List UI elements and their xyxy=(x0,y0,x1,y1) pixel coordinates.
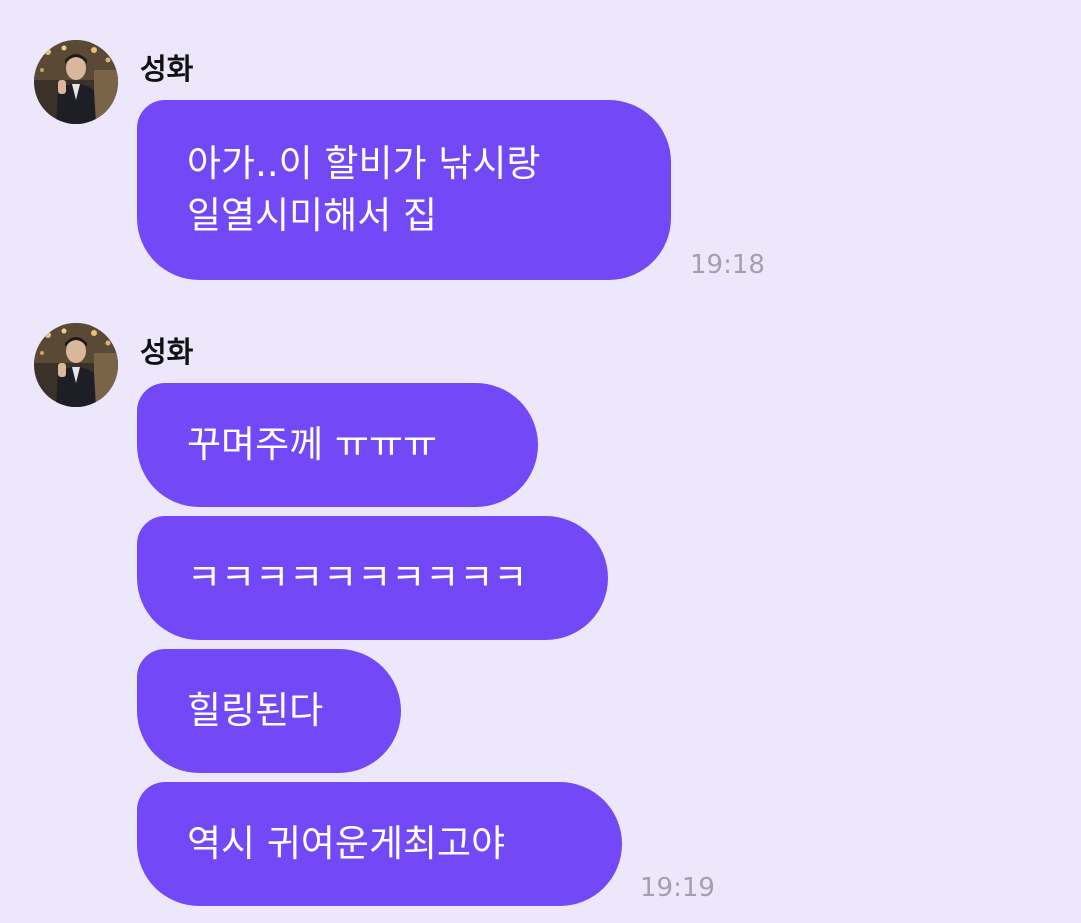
message-text: ㅋㅋㅋㅋㅋㅋㅋㅋㅋㅋ xyxy=(187,556,528,599)
message-text: 역시 귀여운게최고야 xyxy=(187,822,506,865)
message-text: 꾸며주께 ㅠㅠㅠ xyxy=(187,423,438,466)
avatar[interactable] xyxy=(34,323,118,407)
message-bubble[interactable]: ㅋㅋㅋㅋㅋㅋㅋㅋㅋㅋ xyxy=(137,516,608,640)
sender-name: 성화 xyxy=(140,335,194,369)
message-bubble[interactable]: 꾸며주께 ㅠㅠㅠ xyxy=(137,383,538,507)
profile-photo-icon xyxy=(34,323,118,407)
message-text: 힐링된다 xyxy=(187,689,324,732)
message-timestamp: 19:19 xyxy=(640,873,715,903)
message-bubble[interactable]: 역시 귀여운게최고야 xyxy=(137,782,622,906)
message-group: 성화 꾸며주께 ㅠㅠㅠ ㅋㅋㅋㅋㅋㅋㅋㅋㅋㅋ 힐링된다 역시 귀여운게최고야 1… xyxy=(0,0,1081,923)
message-bubble[interactable]: 힐링된다 xyxy=(137,649,401,773)
